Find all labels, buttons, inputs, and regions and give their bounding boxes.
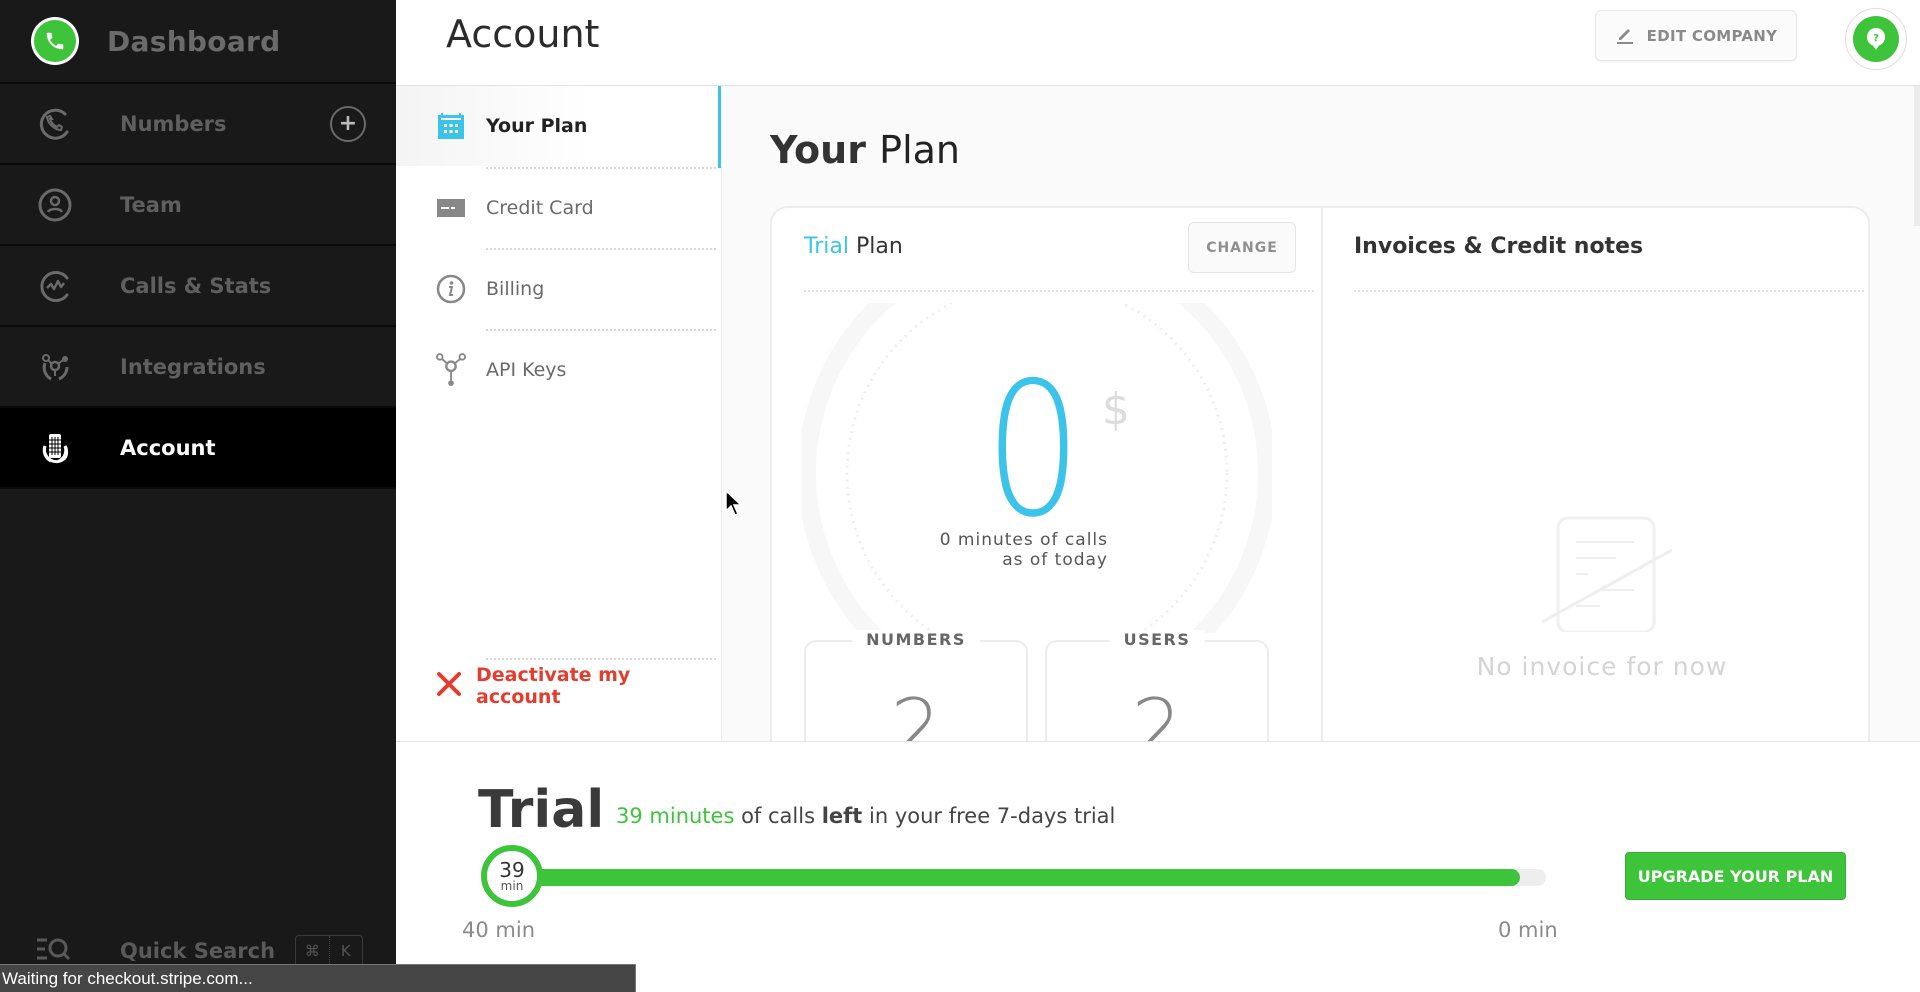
deactivate-account-button[interactable]: Deactivate my account (396, 656, 721, 716)
msg-bold: left (821, 804, 863, 828)
app-logo-icon[interactable] (31, 17, 79, 65)
help-glyph: ? (1873, 33, 1879, 44)
subnav-label: Billing (486, 278, 545, 300)
title-light: Your (770, 128, 880, 172)
credit-card-icon (436, 193, 466, 223)
subnav-item-credit-card[interactable]: Credit Card (396, 168, 722, 248)
caption-line: as of today (1002, 550, 1108, 570)
browser-status-bar: Waiting for checkout.stripe.com... (0, 964, 636, 992)
caption-line: 0 minutes of calls (939, 530, 1108, 550)
subnav-label: API Keys (486, 359, 567, 381)
trial-panel: Trial 39 minutes of calls left in your f… (396, 741, 1920, 992)
plan-title: Trial Plan (804, 234, 903, 259)
building-icon (35, 428, 75, 468)
upgrade-plan-button[interactable]: UPGRADE YOUR PLAN (1625, 852, 1846, 900)
pencil-icon (1615, 24, 1635, 48)
info-icon (436, 274, 466, 304)
usage-amount: 0 (985, 342, 1082, 558)
help-button[interactable]: ? (1845, 8, 1907, 70)
subnav-item-api-keys[interactable]: API Keys (396, 330, 722, 410)
empty-invoices: No invoice for now (1332, 512, 1872, 681)
progress-end-label: 0 min (1498, 918, 1558, 942)
stat-label: NUMBERS (852, 630, 980, 649)
integrations-icon (35, 347, 75, 387)
phone-circle-icon (35, 104, 75, 144)
sidebar-item-label: Team (120, 192, 182, 217)
trial-message: 39 minutes of calls left in your free 7-… (616, 804, 1115, 828)
section-title: Your Plan (770, 128, 960, 172)
api-keys-icon (436, 353, 466, 386)
trial-title: Trial (478, 780, 605, 840)
help-chat-icon: ? (1853, 16, 1899, 62)
plan-suffix: Plan (848, 234, 903, 259)
sidebar-item-label: Account (120, 435, 216, 460)
close-icon (436, 671, 462, 701)
sidebar-item-numbers[interactable]: Numbers + (0, 84, 396, 165)
sidebar-item-integrations[interactable]: Integrations (0, 327, 396, 408)
active-indicator (718, 86, 721, 168)
progress-knob: 39 min (481, 845, 543, 907)
plan-card: Trial Plan CHANGE 0 $ 0 minutes of calls… (770, 206, 1872, 775)
edit-company-button[interactable]: EDIT COMPANY (1595, 10, 1797, 61)
change-plan-button[interactable]: CHANGE (1188, 222, 1296, 273)
divider (804, 290, 1314, 292)
mouse-cursor-icon (725, 490, 743, 516)
cmd-key: ⌘ (296, 936, 330, 966)
subnav-label: Credit Card (486, 197, 594, 219)
currency-symbol: $ (1102, 384, 1130, 435)
sidebar-item-calls-stats[interactable]: Calls & Stats (0, 246, 396, 327)
dashboard-title[interactable]: Dashboard (107, 25, 280, 58)
add-number-button[interactable]: + (330, 105, 366, 142)
minutes-progress-fill (486, 869, 1520, 886)
title-bold: Plan (879, 128, 961, 172)
stat-label: USERS (1109, 630, 1205, 649)
no-invoice-icon (1541, 516, 1673, 634)
minutes-progress-track (486, 869, 1546, 886)
divider (1354, 290, 1864, 292)
sidebar-item-account[interactable]: Account (0, 408, 396, 489)
invoices-title: Invoices & Credit notes (1354, 234, 1644, 259)
edit-company-label: EDIT COMPANY (1646, 26, 1778, 45)
card-divider (1321, 208, 1323, 764)
usage-caption: 0 minutes of calls as of today (872, 530, 1108, 570)
k-key: K (340, 942, 351, 960)
page-title: Account (446, 12, 600, 56)
minutes-left: 39 minutes (616, 804, 735, 828)
subnav-label: Your Plan (486, 115, 588, 137)
search-list-icon (36, 936, 76, 966)
calendar-icon (436, 111, 466, 141)
quick-search-label: Quick Search (120, 939, 276, 963)
progress-start-label: 40 min (462, 918, 535, 942)
sidebar: Dashboard Numbers + Team Calls & Stats I… (0, 0, 396, 992)
sidebar-item-label: Integrations (120, 354, 266, 379)
empty-text: No invoice for now (1476, 652, 1728, 681)
plan-name: Trial (804, 234, 849, 259)
msg-text: in your free 7-days trial (862, 804, 1116, 828)
account-subnav: Your Plan Credit Card Billing API Keys D… (396, 86, 722, 741)
keyboard-shortcut: ⌘ K (295, 935, 363, 967)
subnav-item-your-plan[interactable]: Your Plan (396, 86, 722, 166)
knob-value: 39 (499, 858, 525, 882)
msg-text: of calls (734, 804, 822, 828)
stats-circle-icon (35, 266, 75, 306)
sidebar-item-team[interactable]: Team (0, 165, 396, 246)
top-header: Account EDIT COMPANY ? (396, 0, 1920, 86)
user-circle-icon (35, 185, 75, 225)
deactivate-label: Deactivate my account (476, 664, 631, 708)
sidebar-item-label: Numbers (120, 111, 227, 136)
scrollbar[interactable] (1914, 86, 1920, 226)
sidebar-header[interactable]: Dashboard (0, 0, 396, 84)
knob-unit: min (500, 879, 524, 893)
subnav-item-billing[interactable]: Billing (396, 249, 722, 329)
main-content: Your Plan Trial Plan CHANGE 0 $ 0 minute… (722, 86, 1920, 775)
sidebar-item-label: Calls & Stats (120, 273, 272, 298)
